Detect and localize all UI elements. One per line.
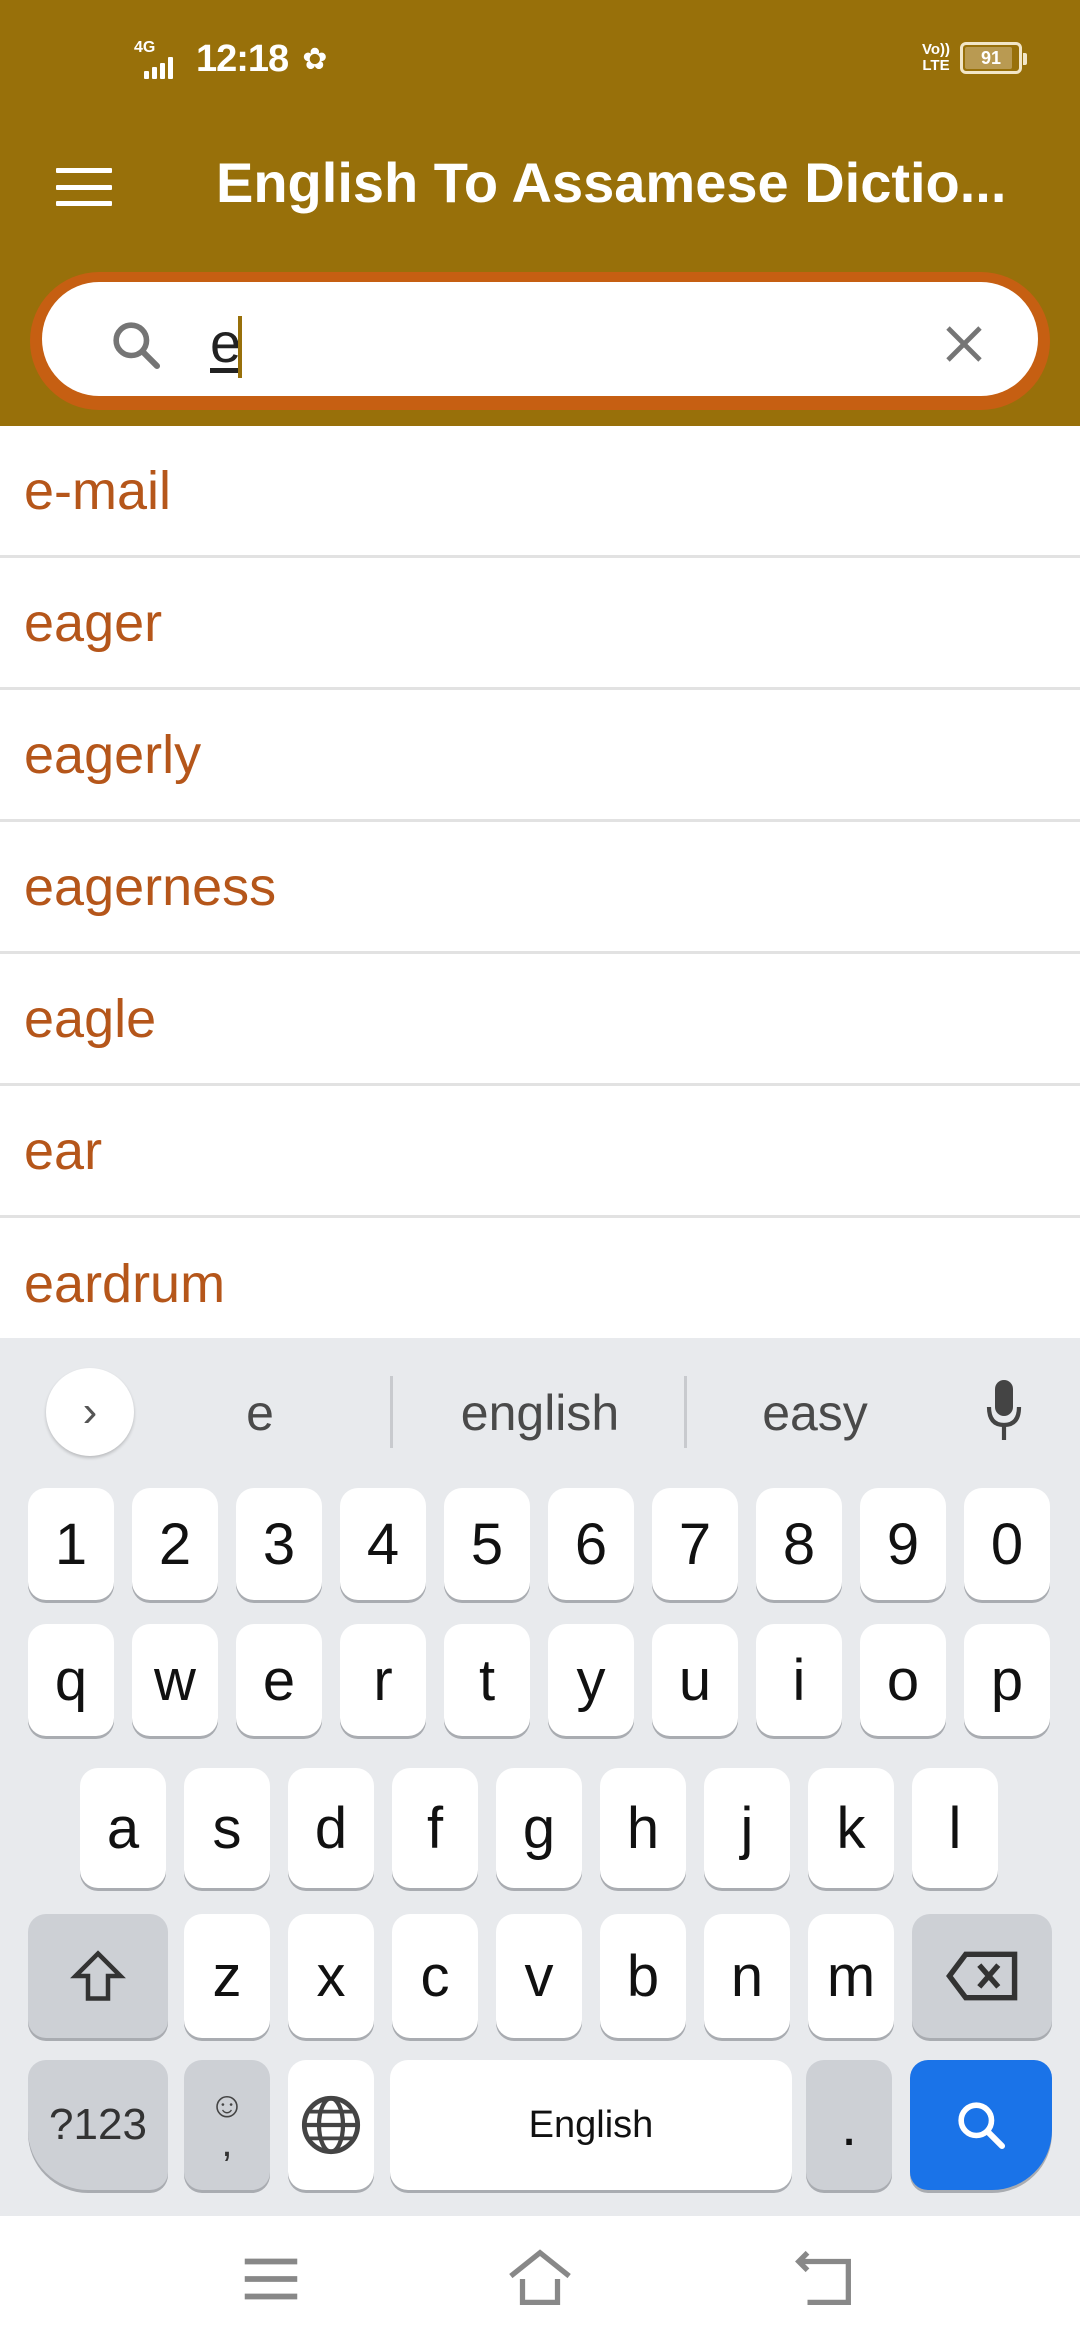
key-o[interactable]: o xyxy=(860,1624,946,1736)
home-icon[interactable] xyxy=(505,2244,575,2314)
key-z[interactable]: z xyxy=(184,1914,270,2038)
page-title: English To Assamese Dictio... xyxy=(216,151,1007,214)
status-bar: 4G 12:18 ✿ Vo)) LTE 91 xyxy=(0,0,1080,120)
key-r[interactable]: r xyxy=(340,1624,426,1736)
globe-icon xyxy=(301,2095,361,2155)
backspace-key[interactable] xyxy=(912,1914,1052,2038)
key-3[interactable]: 3 xyxy=(236,1488,322,1600)
list-item[interactable]: eager xyxy=(0,558,1080,690)
emoji-comma-key[interactable]: ☺, xyxy=(184,2060,270,2190)
list-item[interactable]: eagerly xyxy=(0,690,1080,822)
network-type: 4G xyxy=(134,38,156,56)
language-key[interactable] xyxy=(288,2060,374,2190)
shift-icon xyxy=(70,1950,126,2001)
microphone-icon[interactable] xyxy=(986,1380,1022,1440)
volte-icon: Vo)) LTE xyxy=(921,41,950,74)
key-9[interactable]: 9 xyxy=(860,1488,946,1600)
key-i[interactable]: i xyxy=(756,1624,842,1736)
text-cursor xyxy=(238,316,242,378)
search-icon xyxy=(113,322,161,370)
key-h[interactable]: h xyxy=(600,1768,686,1888)
key-b[interactable]: b xyxy=(600,1914,686,2038)
suggestion[interactable]: e xyxy=(160,1368,360,1458)
key-u[interactable]: u xyxy=(652,1624,738,1736)
hamburger-menu-icon[interactable] xyxy=(54,162,114,212)
list-item[interactable]: ear xyxy=(0,1086,1080,1218)
key-6[interactable]: 6 xyxy=(548,1488,634,1600)
suggestion[interactable]: english xyxy=(400,1368,680,1458)
key-7[interactable]: 7 xyxy=(652,1488,738,1600)
key-1[interactable]: 1 xyxy=(28,1488,114,1600)
emoji-icon: ☺ xyxy=(208,2084,246,2125)
settings-gear-icon: ✿ xyxy=(302,43,328,76)
back-icon[interactable] xyxy=(790,2244,860,2314)
results-list: e-mail eager eagerly eagerness eagle ear… xyxy=(0,426,1080,1350)
list-item[interactable]: eardrum xyxy=(0,1218,1080,1350)
battery-level: 91 xyxy=(980,47,1002,68)
key-2[interactable]: 2 xyxy=(132,1488,218,1600)
key-4[interactable]: 4 xyxy=(340,1488,426,1600)
list-item[interactable]: eagle xyxy=(0,954,1080,1086)
search-action-key[interactable] xyxy=(910,2060,1052,2190)
key-t[interactable]: t xyxy=(444,1624,530,1736)
key-a[interactable]: a xyxy=(80,1768,166,1888)
key-8[interactable]: 8 xyxy=(756,1488,842,1600)
key-g[interactable]: g xyxy=(496,1768,582,1888)
symbols-key[interactable]: ?123 xyxy=(28,2060,168,2190)
period-key[interactable]: . xyxy=(806,2060,892,2190)
chevron-right-icon[interactable]: › xyxy=(46,1368,134,1456)
close-icon[interactable] xyxy=(940,320,988,368)
signal-icon: 4G xyxy=(134,38,192,79)
search-query[interactable]: e xyxy=(210,310,241,375)
shift-key[interactable] xyxy=(28,1914,168,2038)
key-j[interactable]: j xyxy=(704,1768,790,1888)
soft-keyboard: › e english easy 1234567890qwertyuiopasd… xyxy=(0,1338,1080,2216)
key-q[interactable]: q xyxy=(28,1624,114,1736)
key-p[interactable]: p xyxy=(964,1624,1050,1736)
key-5[interactable]: 5 xyxy=(444,1488,530,1600)
suggestion[interactable]: easy xyxy=(700,1368,930,1458)
key-m[interactable]: m xyxy=(808,1914,894,2038)
key-s[interactable]: s xyxy=(184,1768,270,1888)
key-w[interactable]: w xyxy=(132,1624,218,1736)
backspace-icon xyxy=(946,1951,1018,2001)
key-l[interactable]: l xyxy=(912,1768,998,1888)
key-k[interactable]: k xyxy=(808,1768,894,1888)
app-bar: English To Assamese Dictio... xyxy=(0,120,1080,270)
suggestion-strip: › e english easy xyxy=(0,1338,1080,1468)
navigation-bar xyxy=(0,2216,1080,2340)
key-n[interactable]: n xyxy=(704,1914,790,2038)
key-0[interactable]: 0 xyxy=(964,1488,1050,1600)
search-input[interactable]: e xyxy=(42,282,1038,396)
key-d[interactable]: d xyxy=(288,1768,374,1888)
list-item[interactable]: e-mail xyxy=(0,426,1080,558)
list-item[interactable]: eagerness xyxy=(0,822,1080,954)
key-y[interactable]: y xyxy=(548,1624,634,1736)
search-field-container: e xyxy=(30,272,1050,410)
key-v[interactable]: v xyxy=(496,1914,582,2038)
battery-icon: 91 xyxy=(960,42,1027,74)
recent-apps-icon[interactable] xyxy=(236,2244,306,2314)
key-e[interactable]: e xyxy=(236,1624,322,1736)
comma-label: , xyxy=(221,2121,233,2165)
key-c[interactable]: c xyxy=(392,1914,478,2038)
divider xyxy=(684,1376,687,1448)
clock: 12:18 xyxy=(196,38,289,80)
space-key[interactable]: English xyxy=(390,2060,792,2190)
key-x[interactable]: x xyxy=(288,1914,374,2038)
search-icon xyxy=(958,2102,1006,2150)
key-f[interactable]: f xyxy=(392,1768,478,1888)
divider xyxy=(390,1376,393,1448)
